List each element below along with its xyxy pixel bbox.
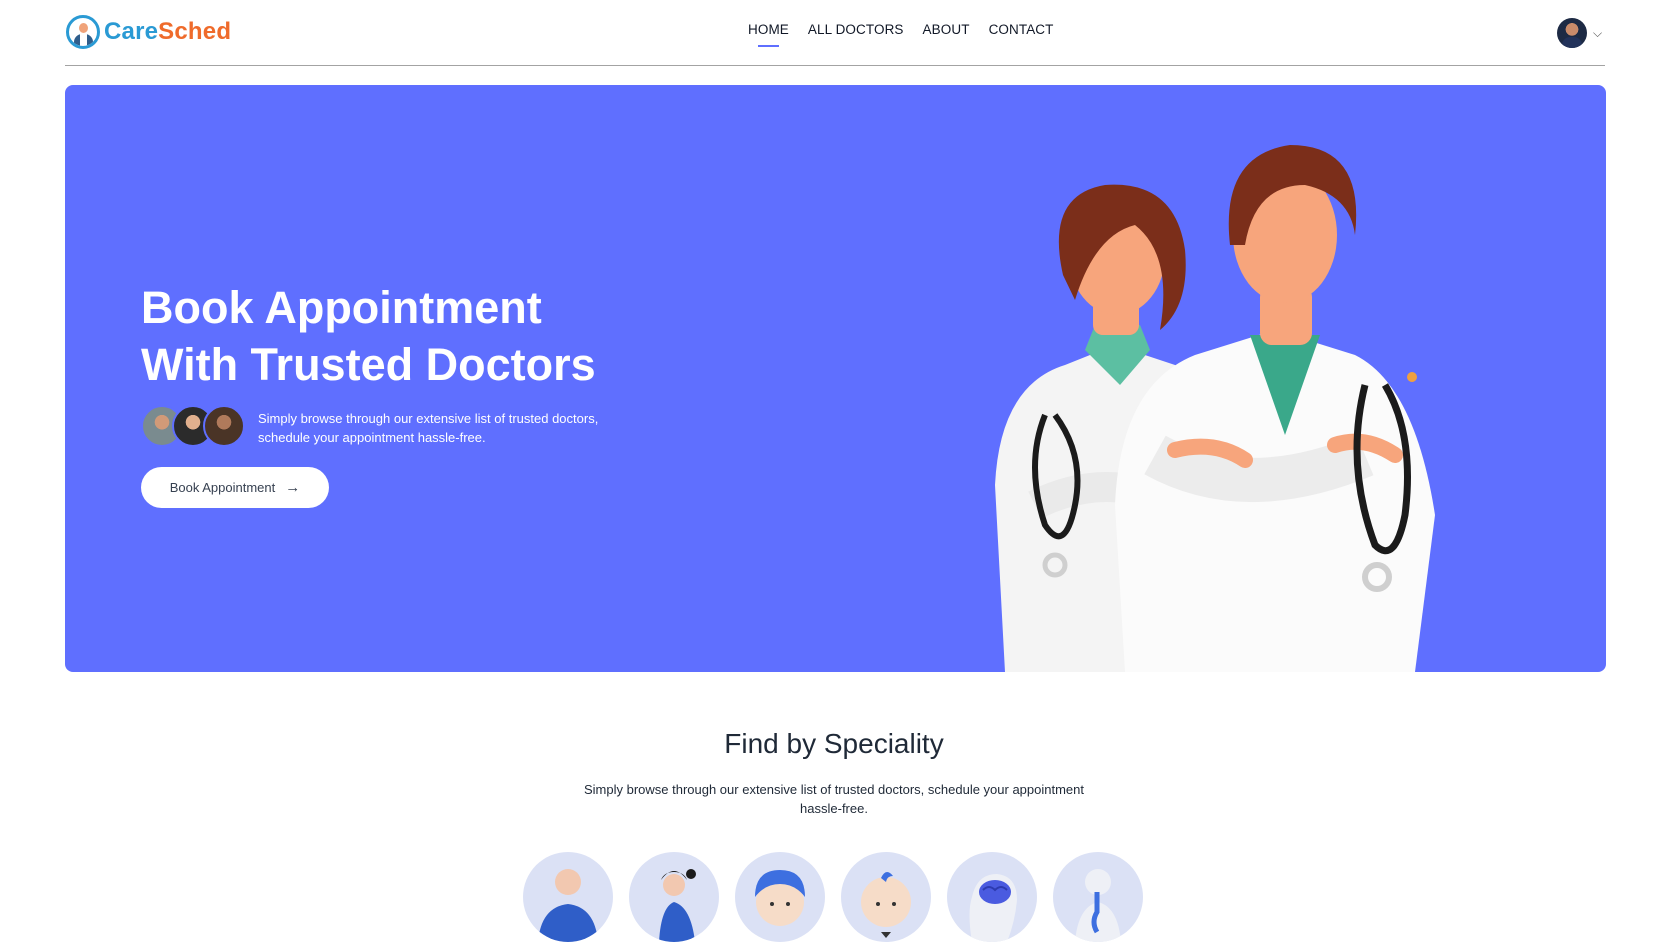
logo-text-care: Care: [104, 18, 159, 45]
speciality-title: Find by Speciality: [724, 728, 944, 759]
hero-title-line1: Book Appointment: [141, 282, 542, 333]
gynecologist-icon[interactable]: [629, 852, 719, 942]
logo-text: CareSched: [104, 18, 231, 46]
profile-menu[interactable]: ⌵: [1557, 18, 1602, 48]
group-profiles: [141, 405, 245, 447]
pediatrician-icon[interactable]: [841, 852, 931, 942]
main-menu: HOME ALL DOCTORS ABOUT CONTACT: [748, 22, 1054, 47]
navbar: CareSched HOME ALL DOCTORS ABOUT CONTACT…: [65, 0, 1605, 66]
hero-title: Book Appointment With Trusted Doctors: [141, 279, 701, 393]
book-appointment-label: Book Appointment: [169, 480, 276, 495]
doctor-avatar-3: [203, 405, 245, 447]
gastroenterologist-icon[interactable]: [1053, 852, 1143, 942]
hero-title-line2: With Trusted Doctors: [141, 339, 596, 390]
hero-subtitle: Simply browse through our extensive list…: [258, 411, 599, 445]
chevron-down-icon[interactable]: ⌵: [1593, 26, 1602, 41]
doctors-illustration: [995, 145, 1435, 672]
general-physician-icon[interactable]: [523, 852, 613, 942]
arrow-right-icon: →: [285, 479, 301, 496]
user-avatar[interactable]: [1557, 18, 1587, 48]
book-appointment-button[interactable]: Book Appointment →: [141, 467, 329, 508]
nav-all-doctors[interactable]: ALL DOCTORS: [808, 22, 904, 37]
neurologist-icon[interactable]: [947, 852, 1037, 942]
dermatologist-icon[interactable]: [735, 852, 825, 942]
speciality-subtitle: Simply browse through our extensive list…: [583, 782, 1085, 816]
logo-text-sched: Sched: [158, 18, 232, 45]
nav-contact[interactable]: CONTACT: [989, 22, 1054, 37]
nav-home[interactable]: HOME: [748, 22, 789, 47]
hero-banner: Book Appointment With Trusted Doctors Si…: [65, 85, 1606, 672]
logo-doctor-icon: [66, 15, 100, 49]
speciality-list: [523, 852, 1143, 942]
logo[interactable]: CareSched: [66, 14, 231, 50]
nav-about[interactable]: ABOUT: [923, 22, 970, 37]
